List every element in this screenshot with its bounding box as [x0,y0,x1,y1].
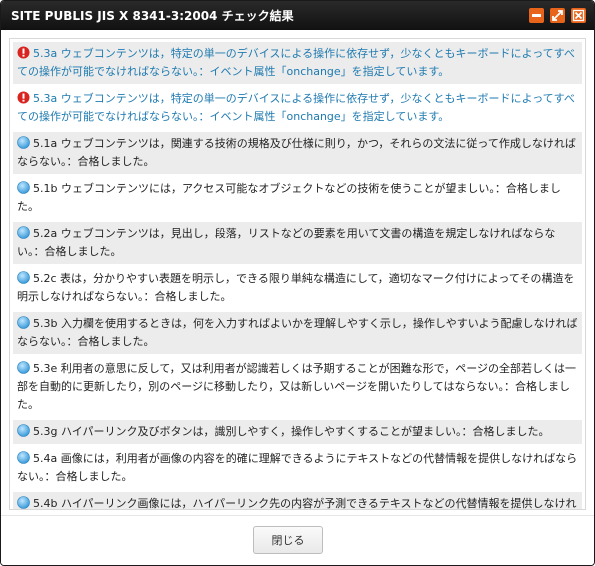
result-code: 5.1b [33,182,58,195]
pass-icon [17,451,30,464]
dialog-title: SITE PUBLIS JIS X 8341-3:2004 チェック結果 [11,9,294,23]
error-icon [17,91,30,104]
result-code: 5.4a [33,452,58,465]
dialog-footer: 閉じる [1,515,594,565]
pass-icon [17,271,30,284]
result-text: ハイパーリンク画像には，ハイパーリンク先の内容が予測できるテキストなどの代替情報… [60,497,577,510]
result-code: 5.3g [33,425,58,438]
result-code: 5.2a [33,227,58,240]
close-window-button[interactable] [571,8,586,23]
result-text: 利用者の意思に反して，又は利用者が認識若しくは予期することが困難な形で，ページの… [17,362,577,411]
pass-icon [17,226,30,239]
pass-icon [17,361,30,374]
pass-icon [17,316,30,329]
minimize-button[interactable] [529,8,544,23]
result-text: 表は，分かりやすい表題を明示し，できる限り単純な構造にして，適切なマーク付けによ… [17,272,575,303]
result-item: 5.3a ウェブコンテンツは，特定の単一のデバイスによる操作に依存せず，少なくと… [13,42,582,84]
result-text: ウェブコンテンツには，アクセス可能なオブジェクトなどの技術を使うことが望ましい。… [17,182,561,213]
result-text: ハイパーリンク及びボタンは，識別しやすく，操作しやすくすることが望ましい。：合格… [60,425,550,438]
result-item: 5.1a ウェブコンテンツは，関連する技術の規格及び仕様に則り，かつ，それらの文… [13,132,582,174]
result-code: 5.3a [33,92,58,105]
result-item: 5.3g ハイパーリンク及びボタンは，識別しやすく，操作しやすくすることが望まし… [13,420,582,444]
result-text: 画像には，利用者が画像の内容を的確に理解できるようにテキストなどの代替情報を提供… [17,452,578,483]
result-code: 5.3e [33,362,58,375]
pass-icon [17,496,30,509]
result-text: ウェブコンテンツは，特定の単一のデバイスによる操作に依存せず，少なくともキーボー… [17,47,575,78]
result-text: ウェブコンテンツは，関連する技術の規格及び仕様に則り，かつ，それらの文法に従って… [17,137,576,168]
result-code: 5.3a [33,47,58,60]
result-list[interactable]: 5.3a ウェブコンテンツは，特定の単一のデバイスによる操作に依存せず，少なくと… [9,38,586,510]
close-dialog-button[interactable]: 閉じる [253,526,323,554]
result-item: 5.3b 入力欄を使用するときは，何を入力すればよいかを理解しやすく示し，操作し… [13,312,582,354]
result-code: 5.3b [33,317,58,330]
result-code: 5.4b [33,497,58,510]
result-text: 入力欄を使用するときは，何を入力すればよいかを理解しやすく示し，操作しやすいよう… [17,317,578,348]
result-item: 5.3e 利用者の意思に反して，又は利用者が認識若しくは予期することが困難な形で… [13,357,582,417]
result-item: 5.2a ウェブコンテンツは，見出し，段落，リストなどの要素を用いて文書の構造を… [13,222,582,264]
result-text: ウェブコンテンツは，見出し，段落，リストなどの要素を用いて文書の構造を規定しなけ… [17,227,556,258]
result-item: 5.4a 画像には，利用者が画像の内容を的確に理解できるようにテキストなどの代替… [13,447,582,489]
error-icon [17,46,30,59]
result-item: 5.4b ハイパーリンク画像には，ハイパーリンク先の内容が予測できるテキストなど… [13,492,582,510]
close-icon [572,9,585,22]
result-item: 5.2c 表は，分かりやすい表題を明示し，できる限り単純な構造にして，適切なマー… [13,267,582,309]
pass-icon [17,181,30,194]
maximize-icon [552,10,563,21]
pass-icon [17,136,30,149]
result-item: 5.3a ウェブコンテンツは，特定の単一のデバイスによる操作に依存せず，少なくと… [13,87,582,129]
result-item: 5.1b ウェブコンテンツには，アクセス可能なオブジェクトなどの技術を使うことが… [13,177,582,219]
check-result-dialog: SITE PUBLIS JIS X 8341-3:2004 チェック結果 5.3… [0,0,595,566]
title-bar[interactable]: SITE PUBLIS JIS X 8341-3:2004 チェック結果 [1,1,594,30]
maximize-button[interactable] [550,8,565,23]
pass-icon [17,424,30,437]
result-code: 5.1a [33,137,58,150]
result-text: ウェブコンテンツは，特定の単一のデバイスによる操作に依存せず，少なくともキーボー… [17,92,575,123]
result-code: 5.2c [33,272,57,285]
